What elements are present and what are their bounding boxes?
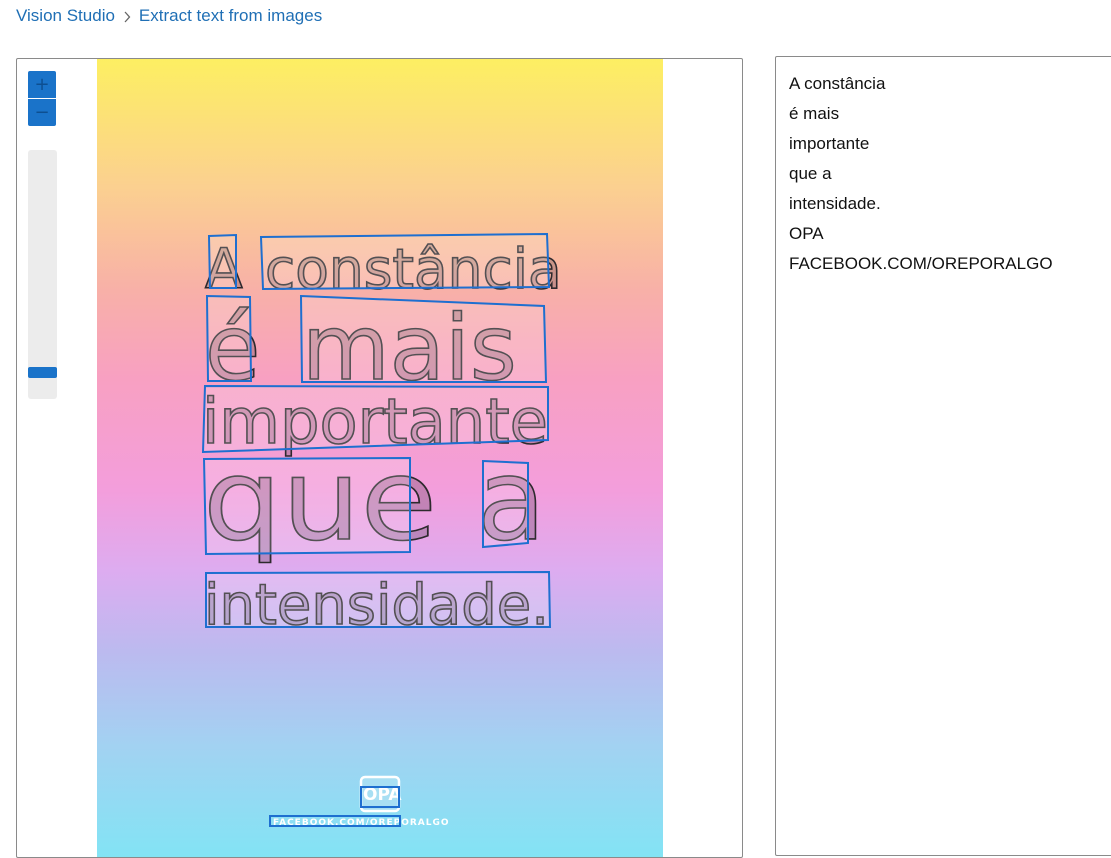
ocr-word-box[interactable] — [259, 232, 551, 291]
ocr-overlay: A constância é mais importante que a int… — [201, 232, 563, 828]
breadcrumb-extract-text-link[interactable]: Extract text from images — [139, 6, 322, 26]
extracted-line: que a — [789, 164, 832, 183]
ocr-word-box[interactable] — [205, 570, 552, 628]
extracted-line: é mais — [789, 104, 840, 123]
ocr-word-box[interactable] — [299, 294, 548, 383]
zoom-out-button[interactable]: − — [28, 99, 56, 126]
zoom-controls: + − — [28, 71, 56, 127]
extracted-line: FACEBOOK.COM/OREPORALGO — [789, 254, 1053, 273]
extracted-text-panel: A constância é mais importante que a int… — [775, 56, 1111, 856]
breadcrumb: Vision Studio Extract text from images — [16, 5, 322, 27]
ocr-word-box[interactable] — [205, 294, 253, 382]
ocr-word-box[interactable] — [201, 384, 549, 454]
zoom-slider-thumb[interactable] — [28, 367, 57, 378]
extracted-line: importante — [789, 134, 870, 153]
extracted-line: OPA — [789, 224, 824, 243]
ocr-word-box[interactable] — [482, 459, 529, 549]
ocr-word-box[interactable] — [207, 233, 237, 289]
extracted-line: intensidade. — [789, 194, 881, 213]
breadcrumb-vision-studio-link[interactable]: Vision Studio — [16, 6, 115, 26]
minus-icon: − — [34, 101, 50, 123]
chevron-right-icon — [115, 6, 139, 26]
image-viewer-panel: + − A constância é mais importante que a… — [16, 58, 743, 858]
zoom-in-button[interactable]: + — [28, 71, 56, 98]
ocr-word-box[interactable] — [202, 456, 411, 556]
uploaded-image: A constância é mais importante que a int… — [97, 59, 663, 857]
zoom-slider-track[interactable] — [28, 150, 57, 399]
extracted-line: A constância — [789, 74, 886, 93]
plus-icon: + — [34, 73, 50, 95]
